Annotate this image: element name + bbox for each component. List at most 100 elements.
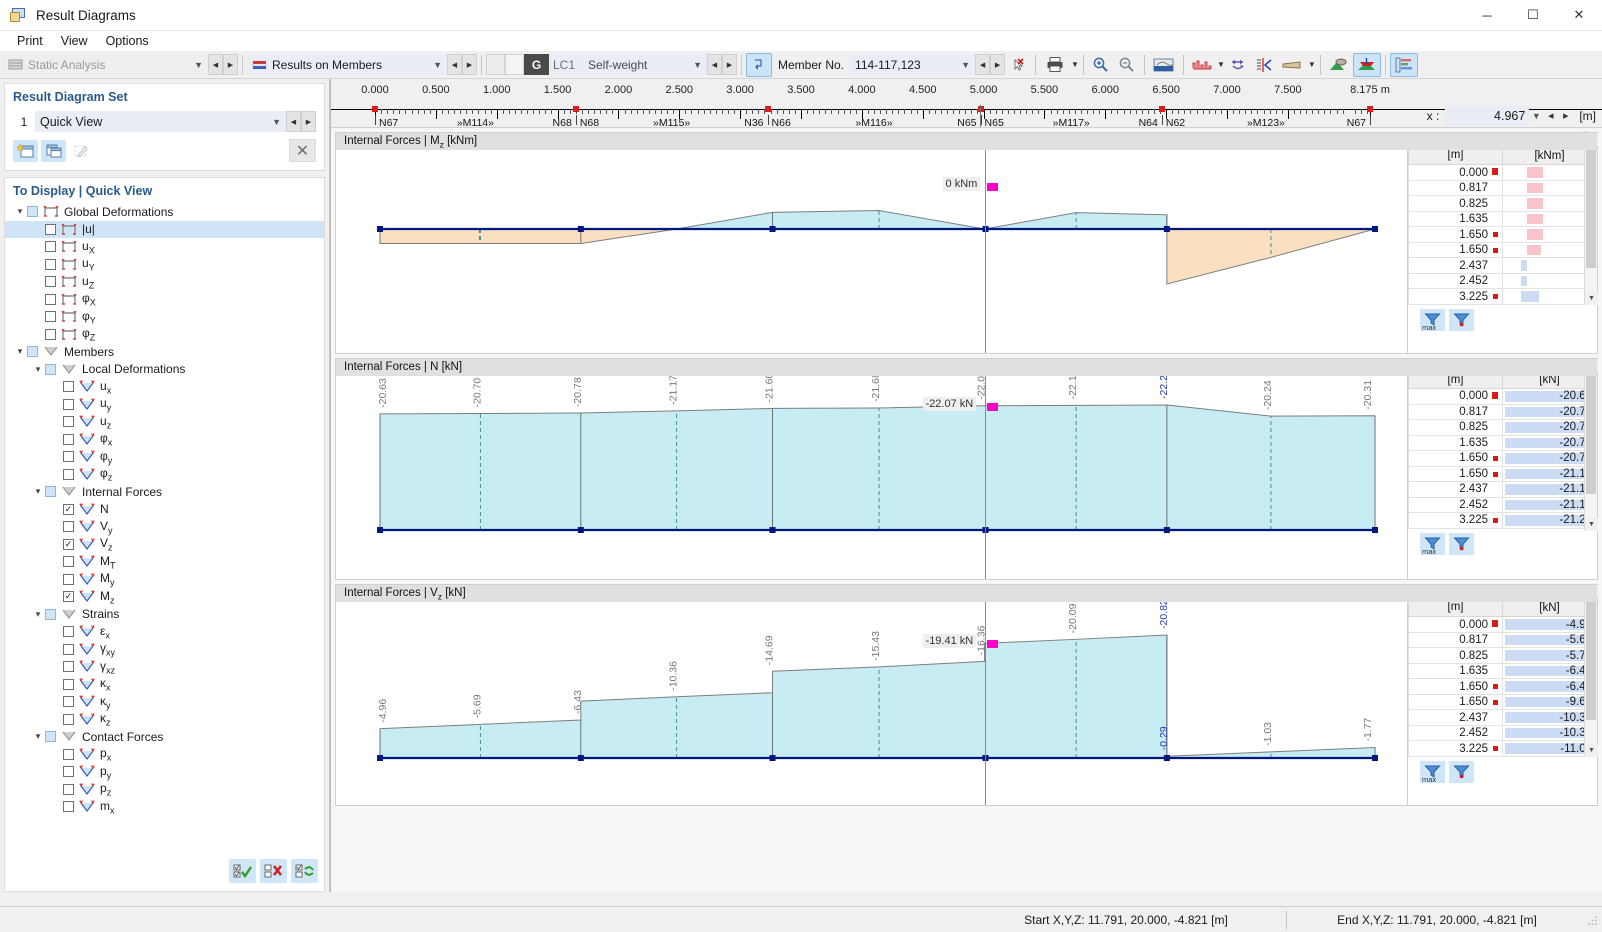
table-row[interactable]: 1.650 -20.78 <box>1408 450 1597 467</box>
table-row[interactable]: 1.650 -6.44 <box>1408 678 1597 695</box>
tree-item-mt[interactable]: MT <box>5 553 324 571</box>
analysis-next-button[interactable]: ▶ <box>223 54 238 75</box>
x-next-button[interactable]: ▶ <box>1558 105 1573 126</box>
tree-item-ux[interactable]: uX <box>5 238 324 256</box>
zoom-out-button[interactable] <box>1114 53 1140 77</box>
set-next-button[interactable]: ▶ <box>301 111 316 132</box>
set-spinner[interactable]: ◀ ▶ <box>286 111 316 132</box>
tree-item-strains[interactable]: ▾ Strains <box>5 606 324 624</box>
tree-checkbox[interactable]: ✓ <box>63 538 74 550</box>
tree-item-internal-forces[interactable]: ▾ Internal Forces <box>5 483 324 501</box>
invert-selection-button[interactable] <box>291 859 318 883</box>
tree-checkbox[interactable] <box>63 783 74 795</box>
table-scrollbar[interactable]: ▲▼ <box>1584 359 1598 531</box>
tree-item--x[interactable]: κx <box>5 676 324 694</box>
print-options-chevron-icon[interactable]: ▼ <box>1071 60 1079 69</box>
tree-checkbox[interactable] <box>45 276 56 288</box>
table-row[interactable]: 0.825 -20.70 <box>1408 419 1597 436</box>
tree-checkbox[interactable] <box>45 363 56 375</box>
tree-item--u-[interactable]: |u| <box>5 220 324 238</box>
load-case-prev-button[interactable]: ◀ <box>707 54 722 75</box>
results-spinner[interactable]: ◀ ▶ <box>447 54 477 75</box>
new-set-button[interactable] <box>13 139 38 162</box>
tree-item--z[interactable]: φZ <box>5 326 324 344</box>
tree-expander[interactable]: ▾ <box>31 486 45 497</box>
tree-item--z[interactable]: κz <box>5 711 324 729</box>
results-next-button[interactable]: ▶ <box>462 54 477 75</box>
tree-checkbox[interactable] <box>63 573 74 585</box>
table-row[interactable]: 1.6500 <box>1408 226 1597 243</box>
tree-checkbox[interactable]: ✓ <box>63 591 74 603</box>
tree-item-uy[interactable]: uy <box>5 396 324 414</box>
filter-max-button[interactable]: max <box>1420 532 1445 556</box>
tree-checkbox[interactable] <box>45 311 56 323</box>
tree-checkbox[interactable] <box>63 521 74 533</box>
tree-checkbox[interactable] <box>63 556 74 568</box>
menu-print[interactable]: Print <box>8 32 52 50</box>
member-prev-button[interactable]: ◀ <box>975 54 991 75</box>
tree-item-global-deformations[interactable]: ▾ Global Deformations <box>5 203 324 221</box>
delete-set-button[interactable]: ✕ <box>289 139 316 162</box>
tree-checkbox[interactable] <box>63 766 74 778</box>
filter-max-button[interactable]: max <box>1420 760 1445 784</box>
tree-item--y[interactable]: φY <box>5 308 324 326</box>
view-left-button[interactable] <box>1325 53 1353 77</box>
diagram-style-chevron-icon[interactable]: ▼ <box>1217 60 1225 69</box>
tree-item-vy[interactable]: Vy <box>5 518 324 536</box>
result-cursor-line[interactable] <box>984 359 986 579</box>
tree-item--xy[interactable]: γxy <box>5 641 324 659</box>
x-axis-ruler[interactable]: x : 4.967 ▼ ◀ ▶ [m] 0.000 0.500 1.000 1.500… <box>331 79 1602 129</box>
scroll-thumb[interactable] <box>1586 600 1596 720</box>
scroll-thumb[interactable] <box>1586 148 1596 268</box>
table-scrollbar[interactable]: ▲▼ <box>1584 133 1598 305</box>
result-table-button[interactable] <box>1389 52 1418 77</box>
tree-item-vz[interactable]: ✓ Vz <box>5 536 324 554</box>
table-row[interactable]: 2.452 -21.17 <box>1408 496 1597 513</box>
clear-selection-button[interactable] <box>1005 53 1031 77</box>
result-cursor-line[interactable] <box>984 133 986 353</box>
table-row[interactable]: 0.817 -20.70 <box>1408 403 1597 420</box>
tree-checkbox[interactable] <box>63 748 74 760</box>
close-icon[interactable]: ✕ <box>1556 0 1602 31</box>
table-row[interactable]: 1.650 -9.63 <box>1408 693 1597 711</box>
tree-item-local-deformations[interactable]: ▾ Local Deformations <box>5 361 324 379</box>
analysis-spinner[interactable]: ◀ ▶ <box>208 54 238 75</box>
table-row[interactable]: 1.6350 <box>1408 210 1597 228</box>
edit-set-button[interactable] <box>69 140 94 162</box>
tree-expander[interactable]: ▾ <box>31 364 45 375</box>
x-prev-button[interactable]: ◀ <box>1543 105 1558 126</box>
set-name-combo[interactable]: Quick View ▼ <box>35 111 286 132</box>
tree-checkbox[interactable] <box>63 398 74 410</box>
menu-options[interactable]: Options <box>97 32 158 50</box>
x-position-input[interactable]: 4.967 <box>1445 105 1530 126</box>
results-type-combo[interactable]: Results on Members ▼ <box>247 54 447 75</box>
table-row[interactable]: 0.0000 <box>1408 164 1597 181</box>
results-prev-button[interactable]: ◀ <box>447 54 462 75</box>
tree-checkbox[interactable] <box>45 486 56 498</box>
tree-expander[interactable]: ▾ <box>13 346 27 357</box>
tree-item-mz[interactable]: ✓ Mz <box>5 588 324 606</box>
x-position-control[interactable]: x : 4.967 ▼ ◀ ▶ [m] <box>1427 105 1596 126</box>
tree-expander[interactable]: ▾ <box>13 206 27 217</box>
tree-item--x[interactable]: φX <box>5 291 324 309</box>
tree-checkbox[interactable] <box>63 713 74 725</box>
tree-checkbox[interactable] <box>45 328 56 340</box>
table-row[interactable]: 2.437 -21.17 <box>1408 481 1597 498</box>
tree-checkbox[interactable] <box>45 241 56 253</box>
tree-checkbox[interactable] <box>63 661 74 673</box>
table-row[interactable]: 0.000 -20.63 <box>1408 388 1597 405</box>
section-results-button[interactable] <box>1251 53 1277 77</box>
member-shape-chevron-icon[interactable]: ▼ <box>1308 60 1316 69</box>
tree-item--y[interactable]: φy <box>5 448 324 466</box>
filter-value-button[interactable] <box>1449 760 1474 783</box>
tree-item--z[interactable]: φz <box>5 466 324 484</box>
cursor-drag-handle[interactable] <box>986 183 998 191</box>
filter-max-button[interactable]: max <box>1420 308 1445 332</box>
scroll-down-button[interactable]: ▼ <box>1585 744 1598 757</box>
chevron-down-icon[interactable]: ▼ <box>1529 111 1543 121</box>
member-shape-button[interactable] <box>1277 53 1307 77</box>
tree-checkbox[interactable] <box>45 608 56 620</box>
filter-value-button[interactable] <box>1449 308 1474 331</box>
analysis-type-combo[interactable]: Static Analysis ▼ <box>3 54 208 75</box>
table-row[interactable]: 1.635 -20.78 <box>1408 434 1597 451</box>
